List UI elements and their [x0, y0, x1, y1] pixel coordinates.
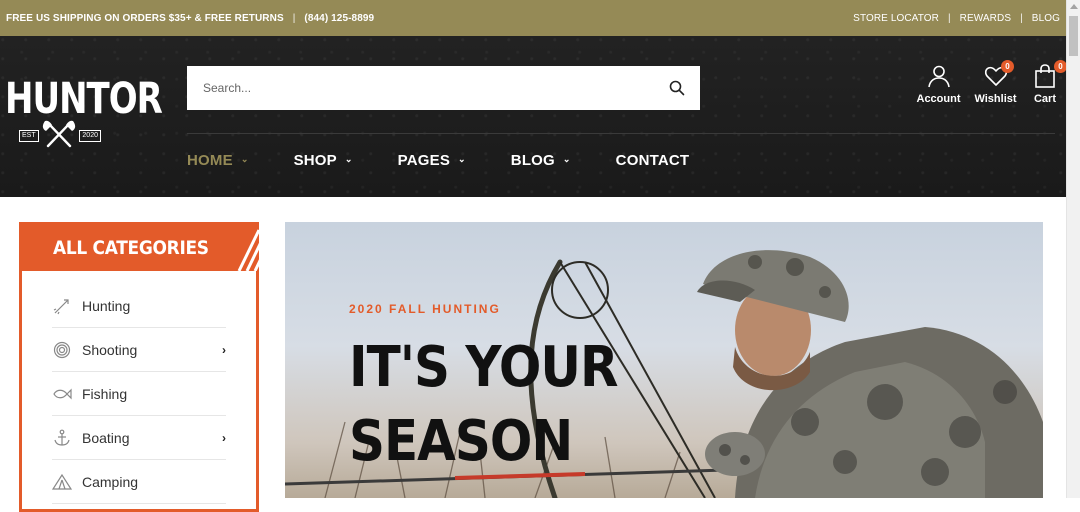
search-bar: [187, 66, 700, 110]
header-divider: [187, 133, 1055, 134]
separator: |: [292, 12, 296, 24]
top-bar-left: FREE US SHIPPING ON ORDERS $35+ & FREE R…: [6, 13, 374, 24]
wishlist-count: 0: [1001, 60, 1014, 73]
categories-title: ALL CATEGORIES: [53, 237, 209, 260]
search-icon[interactable]: [668, 79, 686, 97]
nav-label: BLOG: [510, 152, 555, 169]
user-icon: [927, 64, 951, 93]
account-button[interactable]: Account: [912, 64, 965, 105]
nav-home[interactable]: HOME ⌄: [187, 152, 249, 169]
scrollbar-thumb[interactable]: [1069, 16, 1078, 56]
top-bar-links: STORE LOCATOR | REWARDS | BLOG: [853, 13, 1060, 24]
crossed-axes-icon: [41, 120, 77, 153]
brand-logo[interactable]: HUNTOR EST 2020: [5, 74, 163, 158]
shopping-bag-icon: [1034, 64, 1056, 93]
search-input[interactable]: [201, 80, 668, 96]
nav-shop[interactable]: SHOP ⌄: [294, 152, 353, 169]
wishlist-label: Wishlist: [974, 93, 1017, 105]
chevron-right-icon: ›: [222, 342, 226, 357]
category-label: Shooting: [82, 341, 138, 358]
categories-header[interactable]: ALL CATEGORIES: [19, 222, 259, 271]
hero-subtitle: 2020 FALL HUNTING: [349, 302, 501, 316]
chevron-down-icon: ⌄: [240, 154, 249, 164]
scroll-up-icon[interactable]: [1070, 4, 1078, 9]
page-scrollbar[interactable]: [1066, 0, 1080, 498]
header-actions: Account 0 Wishlist 0 Cart: [912, 60, 1067, 105]
hero-title-line-1: IT'S YOUR: [349, 334, 618, 400]
category-label: Camping: [82, 473, 139, 490]
anchor-icon: [52, 428, 72, 448]
category-camping[interactable]: Camping: [52, 460, 226, 504]
cart-button[interactable]: 0 Cart: [1028, 60, 1067, 105]
blog-link[interactable]: BLOG: [1032, 13, 1060, 24]
est-badge: EST: [19, 130, 39, 142]
nav-label: CONTACT: [615, 152, 690, 169]
chevron-down-icon: ⌄: [344, 154, 353, 164]
nav-pages[interactable]: PAGES ⌄: [398, 152, 466, 169]
nav-label: SHOP: [293, 152, 337, 169]
store-locator-link[interactable]: STORE LOCATOR: [853, 13, 939, 24]
tent-icon: [52, 472, 72, 492]
site-header: HUNTOR EST 2020 Search... Account 0 Wish…: [0, 36, 1067, 197]
target-icon: [52, 340, 72, 360]
shipping-promo: FREE US SHIPPING ON ORDERS $35+ & FREE R…: [6, 12, 284, 24]
nav-label: HOME: [187, 152, 233, 169]
brand-name: HUNTOR: [5, 74, 163, 125]
category-label: Boating: [82, 429, 130, 446]
cart-label: Cart: [1033, 93, 1056, 105]
categories-list: Hunting Shooting › Fishing Boating › Cam…: [52, 284, 256, 504]
nav-blog[interactable]: BLOG ⌄: [511, 152, 571, 169]
year-badge: 2020: [79, 130, 101, 142]
wishlist-button[interactable]: 0 Wishlist: [971, 60, 1020, 105]
separator: |: [1020, 12, 1023, 24]
category-label: Fishing: [82, 385, 128, 402]
separator: |: [947, 12, 951, 24]
chevron-down-icon: ⌄: [562, 154, 571, 164]
chevron-down-icon: ⌄: [458, 154, 466, 164]
account-label: Account: [916, 93, 961, 105]
nav-label: PAGES: [397, 152, 451, 169]
fish-icon: [52, 384, 72, 404]
category-fishing[interactable]: Fishing: [52, 372, 226, 416]
category-hunting[interactable]: Hunting: [52, 284, 226, 328]
hero-banner[interactable]: 2020 FALL HUNTING IT'S YOUR SEASON: [285, 222, 1043, 498]
chevron-right-icon: ›: [222, 430, 226, 445]
category-label: Hunting: [82, 297, 131, 314]
main-nav: HOME ⌄ SHOP ⌄ PAGES ⌄ BLOG ⌄ CONTACT: [187, 152, 734, 169]
top-bar: FREE US SHIPPING ON ORDERS $35+ & FREE R…: [0, 0, 1066, 36]
nav-contact[interactable]: CONTACT: [616, 152, 690, 169]
rewards-link[interactable]: REWARDS: [960, 13, 1011, 24]
phone-number[interactable]: (844) 125-8899: [304, 13, 374, 24]
hero-title-line-2: SEASON: [349, 408, 573, 474]
brand-emblem: EST 2020: [19, 120, 101, 153]
stripes-decoration: [237, 229, 259, 271]
category-boating[interactable]: Boating ›: [52, 416, 226, 460]
arrow-icon: [52, 296, 72, 316]
hero-title: IT'S YOUR SEASON: [349, 330, 618, 478]
category-shooting[interactable]: Shooting ›: [52, 328, 226, 372]
categories-panel: ALL CATEGORIES Hunting Shooting › Fishin…: [19, 222, 259, 512]
